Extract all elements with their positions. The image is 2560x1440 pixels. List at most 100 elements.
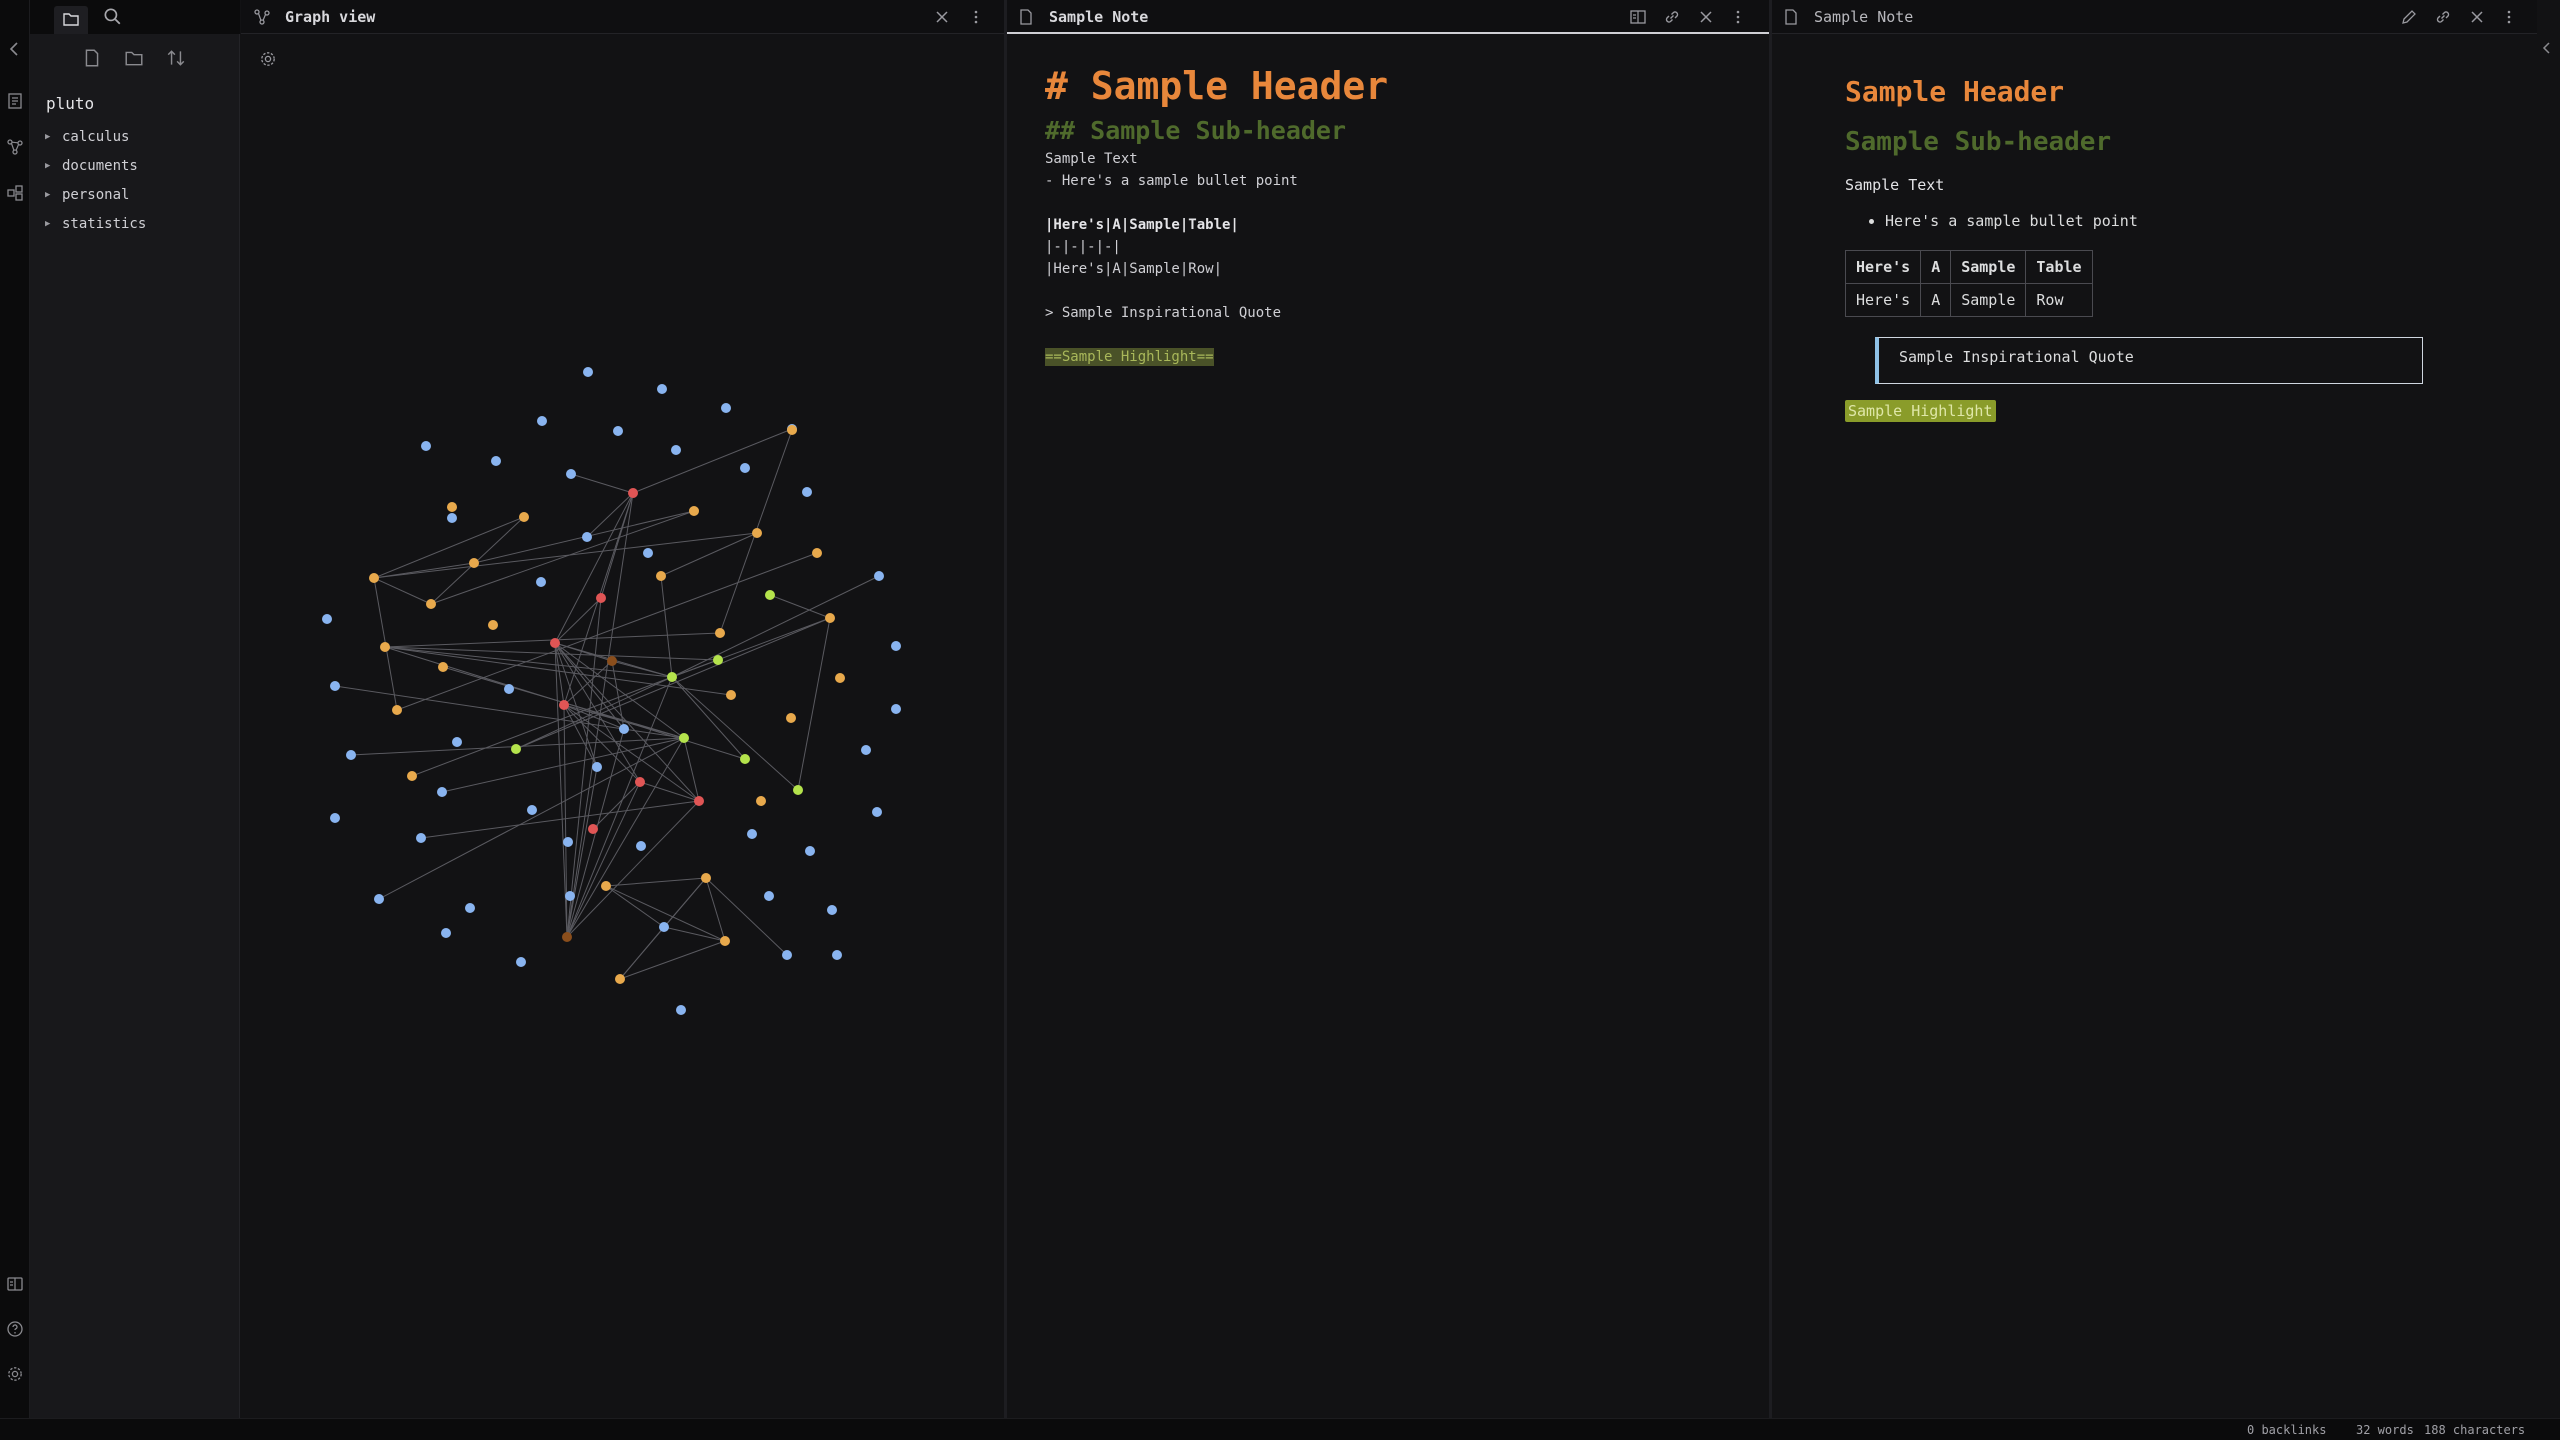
graph-node[interactable] — [812, 548, 822, 558]
graph-node[interactable] — [416, 833, 426, 843]
graph-node[interactable] — [511, 744, 521, 754]
graph-node[interactable] — [720, 936, 730, 946]
graph-node[interactable] — [452, 737, 462, 747]
folder-item-statistics[interactable]: ▶ statistics — [42, 209, 232, 238]
graph-node[interactable] — [764, 891, 774, 901]
link-icon[interactable] — [2434, 8, 2452, 26]
graph-node[interactable] — [782, 950, 792, 960]
graph-node[interactable] — [689, 506, 699, 516]
graph-node[interactable] — [516, 957, 526, 967]
backlinks-count[interactable]: 0 backlinks — [2247, 1423, 2326, 1437]
graph-node[interactable] — [861, 745, 871, 755]
graph-node[interactable] — [671, 445, 681, 455]
close-icon[interactable] — [1697, 8, 1715, 26]
help-icon[interactable] — [6, 1320, 24, 1338]
graph-node[interactable] — [437, 787, 447, 797]
canvas-icon[interactable] — [6, 184, 24, 202]
collapse-right-icon[interactable] — [2540, 40, 2554, 56]
graph-node[interactable] — [825, 613, 835, 623]
graph-node[interactable] — [802, 487, 812, 497]
graph-node[interactable] — [636, 841, 646, 851]
graph-node[interactable] — [441, 928, 451, 938]
graph-node[interactable] — [740, 754, 750, 764]
graph-node[interactable] — [756, 796, 766, 806]
graph-node[interactable] — [694, 796, 704, 806]
graph-node[interactable] — [392, 705, 402, 715]
graph-node[interactable] — [374, 894, 384, 904]
graph-node[interactable] — [827, 905, 837, 915]
graph-node[interactable] — [407, 771, 417, 781]
graph-node[interactable] — [874, 571, 884, 581]
graph-node[interactable] — [715, 628, 725, 638]
graph-node[interactable] — [615, 974, 625, 984]
folder-item-calculus[interactable]: ▶ calculus — [42, 122, 232, 151]
graph-node[interactable] — [726, 690, 736, 700]
graph-node[interactable] — [504, 684, 514, 694]
graph-node[interactable] — [322, 614, 332, 624]
graph-node[interactable] — [588, 824, 598, 834]
graph-node[interactable] — [643, 548, 653, 558]
graph-node[interactable] — [592, 762, 602, 772]
collapse-left-icon[interactable] — [6, 40, 24, 58]
graph-node[interactable] — [676, 1005, 686, 1015]
graph-node[interactable] — [747, 829, 757, 839]
graph-node[interactable] — [559, 700, 569, 710]
graph-node[interactable] — [465, 903, 475, 913]
more-options-icon[interactable] — [1729, 8, 1747, 26]
graph-node[interactable] — [601, 881, 611, 891]
graph-node[interactable] — [596, 593, 606, 603]
graph-node[interactable] — [447, 502, 457, 512]
folder-item-personal[interactable]: ▶ personal — [42, 180, 232, 209]
graph-node[interactable] — [607, 656, 617, 666]
graph-node[interactable] — [330, 813, 340, 823]
graph-node[interactable] — [679, 733, 689, 743]
graph-node[interactable] — [832, 950, 842, 960]
graph-node[interactable] — [566, 469, 576, 479]
sort-icon[interactable] — [166, 48, 186, 68]
graph-node[interactable] — [537, 416, 547, 426]
graph-node[interactable] — [721, 403, 731, 413]
graph-node[interactable] — [426, 599, 436, 609]
graph-icon[interactable] — [6, 138, 24, 156]
graph-node[interactable] — [701, 873, 711, 883]
reading-view-icon[interactable] — [1629, 8, 1647, 26]
files-tab-icon[interactable] — [54, 6, 88, 34]
graph-node[interactable] — [527, 805, 537, 815]
graph-node[interactable] — [447, 513, 457, 523]
more-options-icon[interactable] — [967, 8, 985, 26]
graph-node[interactable] — [469, 558, 479, 568]
vault-icon[interactable] — [6, 1275, 24, 1293]
graph-node[interactable] — [713, 655, 723, 665]
vault-name[interactable]: pluto — [46, 94, 94, 113]
graph-node[interactable] — [740, 463, 750, 473]
markdown-source-editor[interactable]: # Sample Header ## Sample Sub-header Sam… — [1045, 62, 1388, 368]
edit-pencil-icon[interactable] — [2400, 8, 2418, 26]
settings-icon[interactable] — [6, 1365, 24, 1383]
graph-node[interactable] — [805, 846, 815, 856]
graph-node[interactable] — [872, 807, 882, 817]
graph-node[interactable] — [519, 512, 529, 522]
graph-node[interactable] — [891, 704, 901, 714]
graph-node[interactable] — [369, 573, 379, 583]
graph-node[interactable] — [488, 620, 498, 630]
graph-node[interactable] — [613, 426, 623, 436]
graph-node[interactable] — [891, 641, 901, 651]
graph-node[interactable] — [536, 577, 546, 587]
graph-node[interactable] — [330, 681, 340, 691]
graph-node[interactable] — [565, 891, 575, 901]
graph-node[interactable] — [656, 571, 666, 581]
graph-node[interactable] — [491, 456, 501, 466]
folder-item-documents[interactable]: ▶ documents — [42, 151, 232, 180]
new-folder-icon[interactable] — [124, 48, 144, 68]
graph-node[interactable] — [346, 750, 356, 760]
graph-node[interactable] — [659, 922, 669, 932]
graph-node[interactable] — [583, 367, 593, 377]
new-note-icon[interactable] — [82, 48, 102, 68]
graph-node[interactable] — [835, 673, 845, 683]
search-tab-icon[interactable] — [102, 6, 122, 26]
graph-node[interactable] — [563, 837, 573, 847]
graph-node[interactable] — [752, 528, 762, 538]
graph-node[interactable] — [787, 425, 797, 435]
graph-node[interactable] — [380, 642, 390, 652]
graph-node[interactable] — [438, 662, 448, 672]
